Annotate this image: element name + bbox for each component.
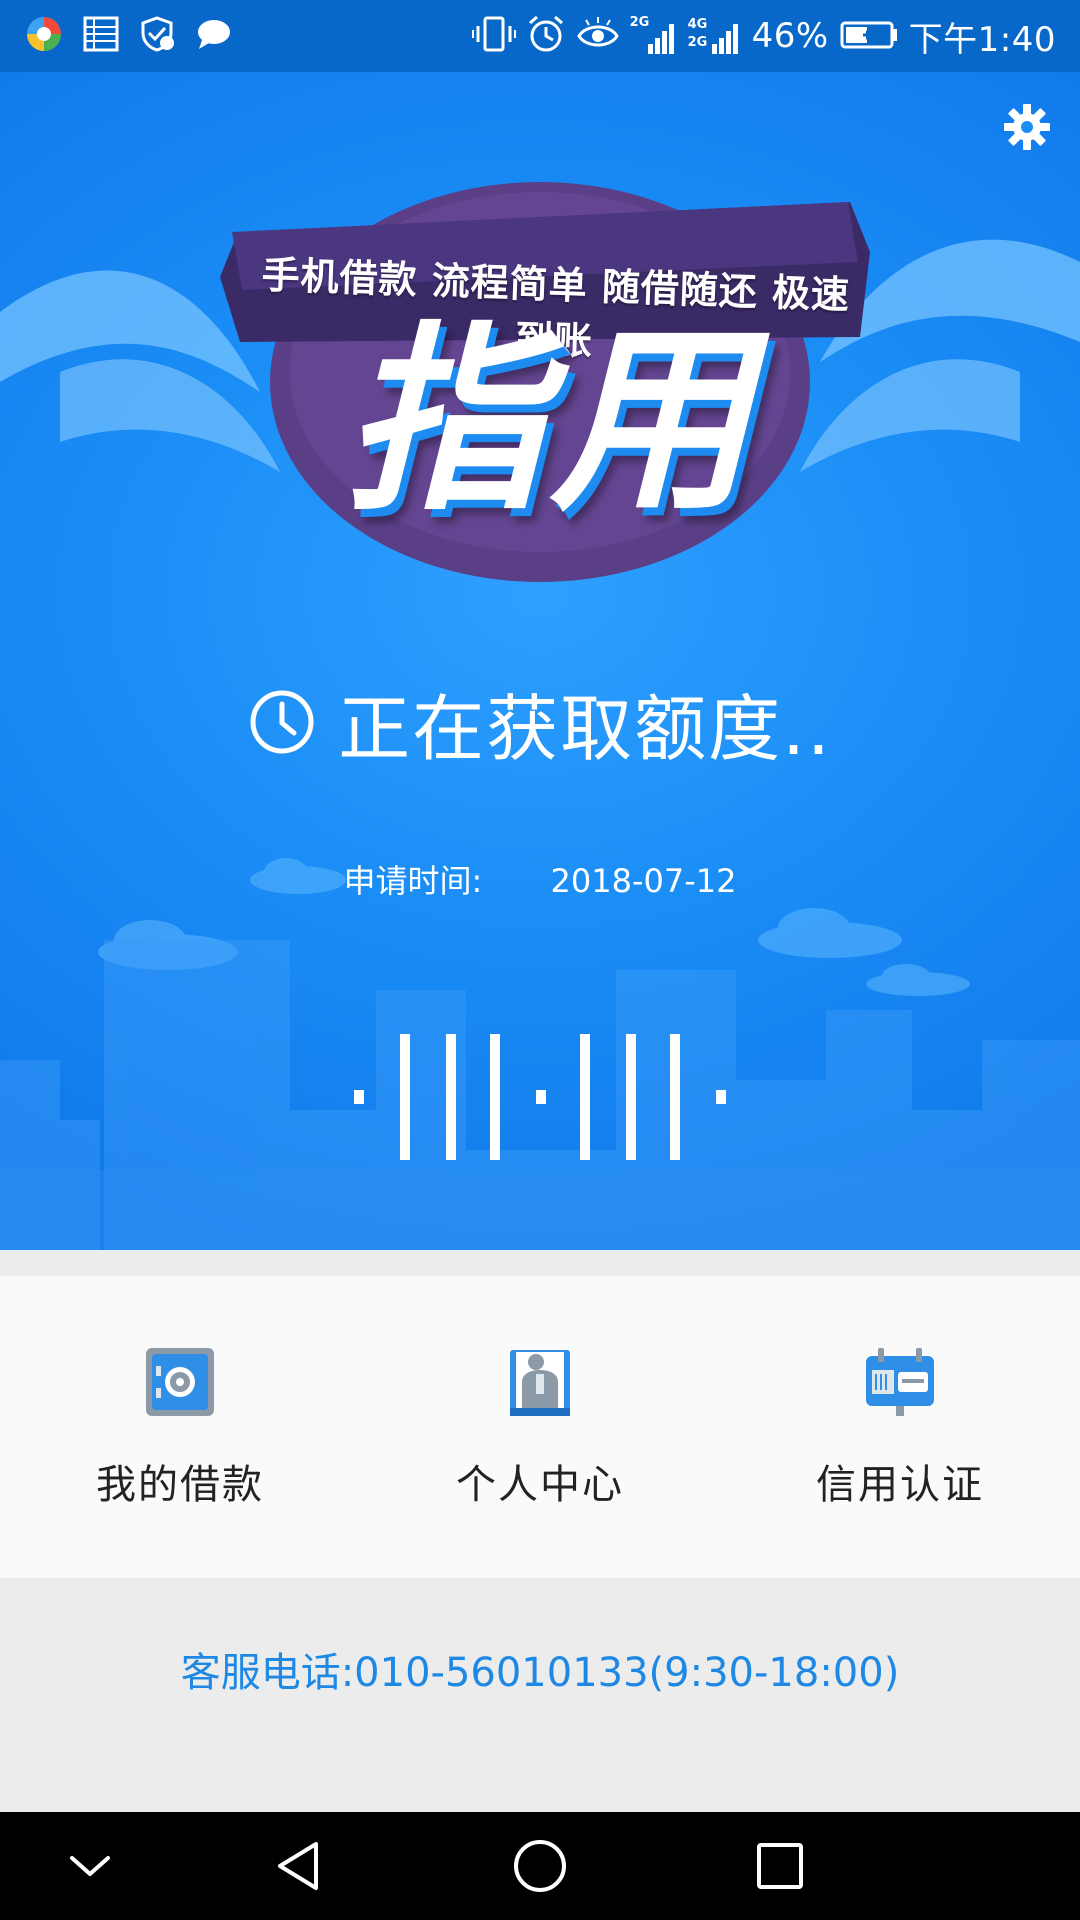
status-text: 正在获取额度.. [338, 686, 832, 771]
menu-personal-center-label: 个人中心 [456, 1462, 624, 1508]
loading-status: 正在获取额度.. [0, 672, 1080, 772]
customer-service-hotline[interactable]: 客服电话:010-56010133(9:30-18:00) [0, 1640, 1080, 1698]
storage-icon [82, 15, 120, 57]
menu-credit-verification[interactable]: 信用认证 [720, 1276, 1080, 1578]
chevron-down-icon [70, 1856, 110, 1876]
recents-square-icon [757, 1843, 803, 1889]
status-bar: 2G 4G 2G 46% 下午1:40 [0, 0, 1080, 72]
clock-time: 下午1:40 [908, 19, 1056, 60]
application-time-label: 申请时间: [343, 862, 483, 900]
application-date: 2018-07-12 [550, 862, 737, 900]
browser-app-icon [24, 14, 64, 58]
hero-section: 手机借款 流程简单 随借随还 极速到账 指用 正在获取额度.. 申请时间: 20… [0, 72, 1080, 1250]
id-card-icon [866, 1348, 934, 1416]
signal-4g-icon: 4G 2G [688, 16, 742, 56]
menu-my-loans[interactable]: 我的借款 [0, 1276, 360, 1578]
alarm-icon [526, 14, 566, 58]
status-bar-notifications [24, 14, 232, 58]
application-time: 申请时间: 2018-07-12 [0, 856, 1080, 902]
status-bar-system: 2G 4G 2G 46% 下午1:40 [471, 12, 1056, 60]
menu-personal-center[interactable]: 个人中心 [360, 1276, 720, 1578]
nav-collapse-button[interactable] [60, 1836, 120, 1896]
person-icon [510, 1350, 570, 1416]
battery-percent: 46% [751, 16, 829, 56]
back-triangle-icon [278, 1842, 318, 1890]
menu-credit-verification-label: 信用认证 [816, 1462, 984, 1508]
signal-2g-icon: 2G [630, 16, 678, 56]
eye-comfort-icon [576, 14, 620, 58]
app-logo: 手机借款 流程简单 随借随还 极速到账 指用 [0, 142, 1080, 662]
system-navigation-bar [0, 1812, 1080, 1920]
main-menu: 我的借款 个人中心 信用认证 [0, 1276, 1080, 1578]
clock-icon [250, 690, 314, 754]
menu-my-loans-label: 我的借款 [96, 1462, 264, 1508]
battery-charging-icon [839, 14, 899, 58]
nav-home-button[interactable] [510, 1836, 570, 1896]
logo-wordmark: 指用 [343, 305, 756, 538]
nav-recents-button[interactable] [750, 1836, 810, 1896]
home-circle-icon [514, 1840, 566, 1892]
nav-back-button[interactable] [268, 1836, 328, 1896]
shield-alert-icon [138, 15, 176, 57]
loading-bars-indicator [354, 1034, 726, 1160]
chat-icon [194, 15, 232, 57]
safe-icon [146, 1348, 214, 1416]
vibrate-icon [471, 14, 516, 58]
